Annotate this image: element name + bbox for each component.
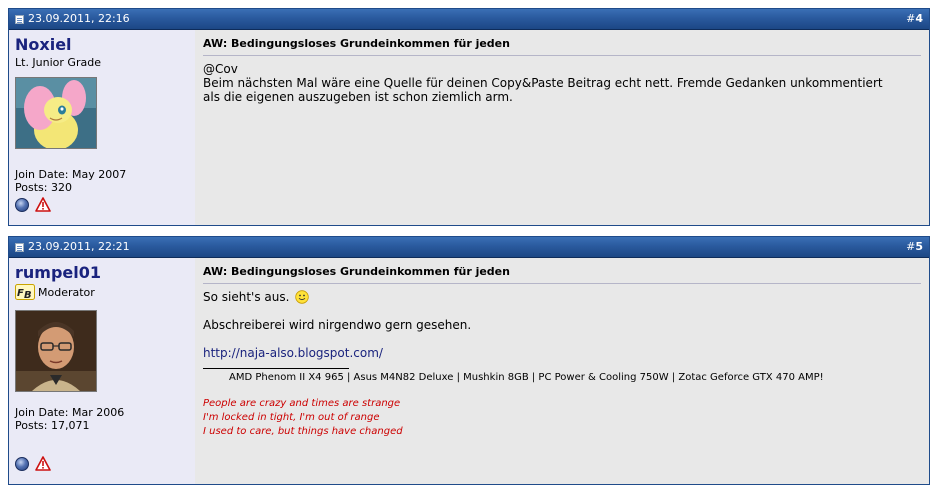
svg-text:F: F [17,288,24,299]
post-5: 23.09.2011, 22:21 #5 rumpel01 F B Modera… [8,236,930,485]
username-link[interactable]: rumpel01 [15,263,101,282]
message-line: Beim nächsten Mal wäre eine Quelle für d… [203,76,883,90]
post-date-text: 23.09.2011, 22:16 [28,12,130,25]
online-status-icon[interactable] [15,197,29,212]
message-line: als die eigenen auszugeben ist schon zie… [203,90,513,104]
online-status-icon[interactable] [15,456,29,471]
report-warning-icon[interactable] [35,456,51,471]
post-number-link[interactable]: #5 [906,237,923,257]
message-text: So sieht's aus. [203,290,290,304]
post-message: So sieht's aus. Abschreiberei wird nirge… [203,290,921,360]
post-number-hash: # [906,12,916,25]
post-date: 23.09.2011, 22:21 [15,237,130,257]
username-link[interactable]: Noxiel [15,35,72,54]
post-title: AW: Bedingungsloses Grundeinkommen für j… [203,265,921,284]
svg-text:B: B [24,290,32,300]
message-line: So sieht's aus. [203,290,921,304]
post-number: 4 [915,12,923,25]
join-date: Join Date: Mar 2006 [15,406,125,419]
post-count: Posts: 320 [15,181,72,194]
user-info-panel: Noxiel Lt. Junior Grade Join Date: May 2… [9,30,195,225]
post-number: 5 [915,240,923,253]
blog-link[interactable]: http://naja-also.blogspot.com/ [203,346,383,360]
post-date-text: 23.09.2011, 22:21 [28,240,130,253]
post-count: Posts: 17,071 [15,419,90,432]
post-message: @Cov Beim nächsten Mal wäre eine Quelle … [203,62,921,104]
signature-quote: People are crazy and times are strange I… [203,397,921,439]
post-content: AW: Bedingungsloses Grundeinkommen für j… [195,258,929,484]
user-info-panel: rumpel01 F B Moderator Join Date: Mar 20… [9,258,195,484]
user-title-text: Moderator [38,285,95,299]
user-title: F B Moderator [15,284,189,300]
user-title-text: Lt. Junior Grade [15,56,101,69]
post-content: AW: Bedingungsloses Grundeinkommen für j… [195,30,929,225]
post-document-icon [15,242,24,252]
signature-divider [203,368,349,369]
signature-hardware: AMD Phenom II X4 965 | Asus M4N82 Deluxe… [229,372,824,383]
avatar[interactable] [15,310,97,392]
avatar[interactable] [15,77,97,149]
join-date: Join Date: May 2007 [15,168,127,181]
post-document-icon [15,14,24,24]
post-title: AW: Bedingungsloses Grundeinkommen für j… [203,37,921,56]
fb-moderator-badge-icon: F B [15,284,35,300]
message-line: Abschreiberei wird nirgendwo gern gesehe… [203,318,472,332]
post-date: 23.09.2011, 22:16 [15,9,130,29]
post-header: 23.09.2011, 22:16 #4 [9,9,929,30]
smiley-icon [295,290,309,304]
post-number-hash: # [906,240,916,253]
quote-line: People are crazy and times are strange [203,398,401,409]
user-title: Lt. Junior Grade [15,56,189,69]
quote-line: I'm locked in tight, I'm out of range [203,412,380,423]
post-header: 23.09.2011, 22:21 #5 [9,237,929,258]
post-number-link[interactable]: #4 [906,9,923,29]
report-warning-icon[interactable] [35,197,51,212]
post-4: 23.09.2011, 22:16 #4 Noxiel Lt. Junior G… [8,8,930,226]
quote-line: I used to care, but things have changed [203,426,403,437]
message-line: @Cov [203,62,238,76]
